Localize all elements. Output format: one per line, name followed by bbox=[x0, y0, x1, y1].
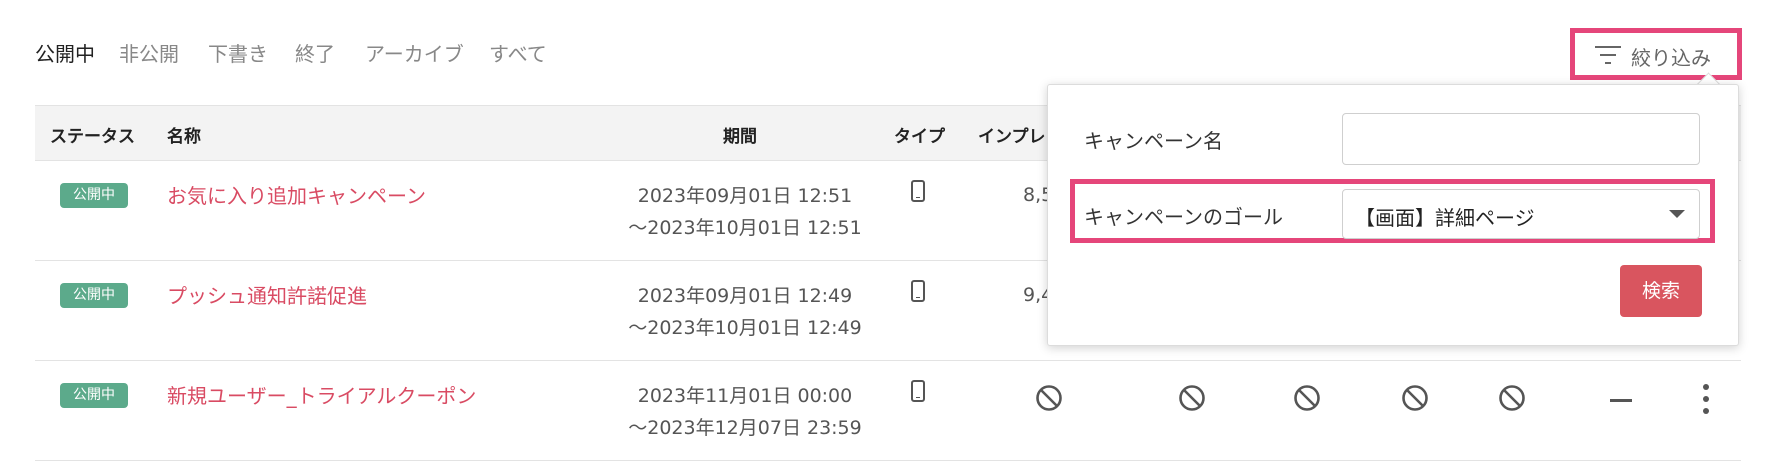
tab-unpublished[interactable]: 非公開 bbox=[119, 38, 179, 67]
more-options-icon[interactable] bbox=[1702, 384, 1710, 414]
prohibited-icon bbox=[1036, 385, 1062, 411]
header-impressions: インプレ bbox=[978, 127, 1046, 147]
campaign-period: 2023年11月01日 00:00 〜2023年12月07日 23:59 bbox=[575, 380, 915, 444]
campaign-name-link[interactable]: 新規ユーザー_トライアルクーポン bbox=[167, 380, 476, 409]
period-end: 〜2023年10月01日 12:51 bbox=[628, 217, 862, 239]
tab-draft[interactable]: 下書き bbox=[208, 38, 268, 67]
campaign-period: 2023年09月01日 12:51 〜2023年10月01日 12:51 bbox=[575, 180, 915, 244]
status-badge: 公開中 bbox=[60, 383, 128, 408]
prohibited-icon bbox=[1402, 385, 1428, 411]
campaign-name-link[interactable]: お気に入り追加キャンペーン bbox=[167, 180, 426, 209]
status-badge: 公開中 bbox=[60, 283, 128, 308]
filter-icon bbox=[1595, 46, 1621, 64]
search-button[interactable]: 検索 bbox=[1620, 265, 1702, 317]
empty-value-dash bbox=[1610, 399, 1632, 402]
smartphone-icon bbox=[911, 380, 925, 402]
tab-published[interactable]: 公開中 bbox=[35, 38, 95, 67]
campaign-name-link[interactable]: プッシュ通知許諾促進 bbox=[167, 280, 367, 309]
header-type: タイプ bbox=[894, 127, 945, 147]
campaign-name-input[interactable] bbox=[1342, 113, 1700, 165]
table-row: 公開中 新規ユーザー_トライアルクーポン 2023年11月01日 00:00 〜… bbox=[35, 360, 1741, 461]
period-start: 2023年11月01日 00:00 bbox=[637, 385, 853, 407]
campaign-name-label: キャンペーン名 bbox=[1084, 129, 1223, 153]
header-status: ステータス bbox=[50, 127, 135, 147]
caret-down-icon bbox=[1669, 210, 1685, 218]
tab-archive[interactable]: アーカイブ bbox=[365, 38, 464, 67]
campaign-goal-label: キャンペーンのゴール bbox=[1084, 205, 1283, 229]
period-start: 2023年09月01日 12:51 bbox=[637, 185, 853, 207]
filter-label: 絞り込み bbox=[1631, 46, 1711, 70]
filter-popover: キャンペーン名 キャンペーンのゴール 【画面】詳細ページ 検索 bbox=[1047, 84, 1739, 346]
tab-all[interactable]: すべて bbox=[489, 38, 547, 67]
filter-button[interactable]: 絞り込み bbox=[1570, 28, 1742, 80]
smartphone-icon bbox=[911, 180, 925, 202]
status-badge: 公開中 bbox=[60, 183, 128, 208]
period-start: 2023年09月01日 12:49 bbox=[637, 285, 853, 307]
header-period: 期間 bbox=[723, 127, 757, 147]
goal-selected-value: 【画面】詳細ページ bbox=[1355, 206, 1535, 230]
tab-ended[interactable]: 終了 bbox=[295, 38, 335, 67]
campaign-goal-select[interactable]: 【画面】詳細ページ bbox=[1342, 189, 1700, 239]
header-name: 名称 bbox=[167, 127, 201, 147]
smartphone-icon bbox=[911, 280, 925, 302]
prohibited-icon bbox=[1294, 385, 1320, 411]
prohibited-icon bbox=[1179, 385, 1205, 411]
period-end: 〜2023年12月07日 23:59 bbox=[628, 417, 862, 439]
prohibited-icon bbox=[1499, 385, 1525, 411]
period-end: 〜2023年10月01日 12:49 bbox=[628, 317, 862, 339]
campaign-period: 2023年09月01日 12:49 〜2023年10月01日 12:49 bbox=[575, 280, 915, 344]
